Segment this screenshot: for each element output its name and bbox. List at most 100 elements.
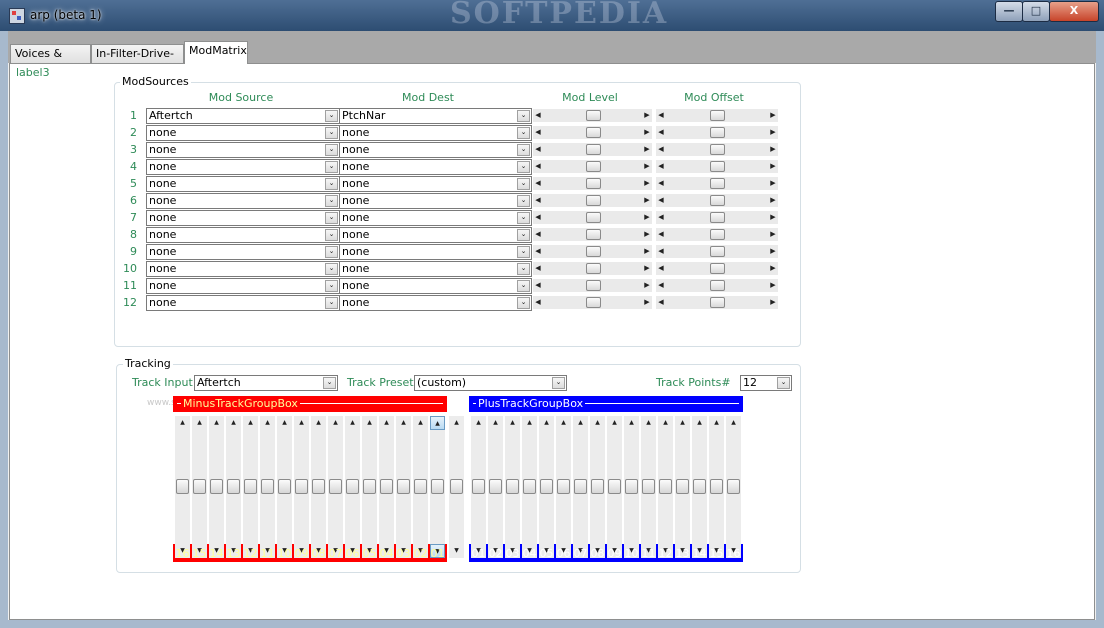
arrow-right-icon[interactable]: ▶: [768, 194, 778, 207]
mod-level-slider[interactable]: ◀ ▶: [533, 160, 652, 173]
arrow-right-icon[interactable]: ▶: [768, 279, 778, 292]
mod-source-select[interactable]: none ⌄: [146, 142, 340, 158]
slider-thumb[interactable]: [574, 479, 587, 494]
track-slider[interactable]: ▲ ▼: [209, 416, 224, 558]
dropdown-arrow-icon[interactable]: ⌄: [517, 212, 530, 224]
arrow-left-icon[interactable]: ◀: [656, 228, 666, 241]
mod-offset-slider[interactable]: ◀ ▶: [656, 211, 778, 224]
arrow-left-icon[interactable]: ◀: [533, 296, 543, 309]
slider-thumb[interactable]: [727, 479, 740, 494]
slider-thumb[interactable]: [625, 479, 638, 494]
arrow-up-icon[interactable]: ▲: [658, 416, 673, 430]
arrow-left-icon[interactable]: ◀: [533, 160, 543, 173]
mod-source-select[interactable]: none ⌄: [146, 261, 340, 277]
track-slider[interactable]: ▲ ▼: [260, 416, 275, 558]
slider-thumb[interactable]: [586, 144, 601, 155]
track-slider[interactable]: ▲ ▼: [709, 416, 724, 558]
arrow-right-icon[interactable]: ▶: [642, 211, 652, 224]
arrow-right-icon[interactable]: ▶: [768, 245, 778, 258]
slider-thumb[interactable]: [312, 479, 325, 494]
track-slider[interactable]: ▲ ▼: [226, 416, 241, 558]
slider-thumb[interactable]: [586, 229, 601, 240]
arrow-right-icon[interactable]: ▶: [642, 279, 652, 292]
track-slider[interactable]: ▲ ▼: [675, 416, 690, 558]
arrow-up-icon[interactable]: ▲: [362, 416, 377, 430]
arrow-right-icon[interactable]: ▶: [642, 228, 652, 241]
mod-source-select[interactable]: none ⌄: [146, 210, 340, 226]
mod-level-slider[interactable]: ◀ ▶: [533, 262, 652, 275]
arrow-up-icon[interactable]: ▲: [175, 416, 190, 430]
arrow-up-icon[interactable]: ▲: [471, 416, 486, 430]
arrow-left-icon[interactable]: ◀: [656, 262, 666, 275]
arrow-right-icon[interactable]: ▶: [768, 126, 778, 139]
dropdown-arrow-icon[interactable]: ⌄: [325, 212, 338, 224]
arrow-up-icon[interactable]: ▲: [379, 416, 394, 430]
mod-level-slider[interactable]: ◀ ▶: [533, 279, 652, 292]
slider-thumb[interactable]: [710, 110, 725, 121]
mod-source-select[interactable]: none ⌄: [146, 193, 340, 209]
arrow-up-icon[interactable]: ▲: [449, 416, 464, 430]
arrow-right-icon[interactable]: ▶: [768, 211, 778, 224]
track-slider[interactable]: ▲ ▼: [175, 416, 190, 558]
track-slider[interactable]: ▲ ▼: [726, 416, 741, 558]
mod-offset-slider[interactable]: ◀ ▶: [656, 194, 778, 207]
dropdown-arrow-icon[interactable]: ⌄: [323, 377, 336, 389]
slider-thumb[interactable]: [659, 479, 672, 494]
slider-thumb[interactable]: [397, 479, 410, 494]
dropdown-arrow-icon[interactable]: ⌄: [517, 144, 530, 156]
dropdown-arrow-icon[interactable]: ⌄: [517, 195, 530, 207]
arrow-down-icon[interactable]: ▼: [449, 544, 464, 558]
arrow-left-icon[interactable]: ◀: [533, 211, 543, 224]
tab-in-filter-drive-out[interactable]: In-Filter-Drive-Out: [91, 44, 184, 78]
slider-thumb[interactable]: [506, 479, 519, 494]
arrow-left-icon[interactable]: ◀: [533, 126, 543, 139]
dropdown-arrow-icon[interactable]: ⌄: [517, 246, 530, 258]
arrow-up-icon[interactable]: ▲: [396, 416, 411, 430]
dropdown-arrow-icon[interactable]: ⌄: [777, 377, 790, 389]
arrow-left-icon[interactable]: ◀: [533, 228, 543, 241]
arrow-left-icon[interactable]: ◀: [656, 194, 666, 207]
arrow-right-icon[interactable]: ▶: [768, 296, 778, 309]
dropdown-arrow-icon[interactable]: ⌄: [517, 280, 530, 292]
slider-thumb[interactable]: [676, 479, 689, 494]
slider-thumb[interactable]: [586, 212, 601, 223]
mod-dest-select[interactable]: none ⌄: [339, 210, 532, 226]
slider-thumb[interactable]: [586, 178, 601, 189]
arrow-right-icon[interactable]: ▶: [642, 296, 652, 309]
slider-thumb[interactable]: [472, 479, 485, 494]
slider-thumb[interactable]: [210, 479, 223, 494]
track-slider[interactable]: ▲ ▼: [641, 416, 656, 558]
dropdown-arrow-icon[interactable]: ⌄: [325, 195, 338, 207]
dropdown-arrow-icon[interactable]: ⌄: [325, 263, 338, 275]
slider-thumb[interactable]: [710, 127, 725, 138]
mod-source-select[interactable]: none ⌄: [146, 159, 340, 175]
arrow-up-icon[interactable]: ▲: [260, 416, 275, 430]
track-slider[interactable]: ▲ ▼: [590, 416, 605, 558]
track-slider[interactable]: ▲ ▼: [522, 416, 537, 558]
mod-source-select[interactable]: none ⌄: [146, 176, 340, 192]
tab-modmatrix[interactable]: ModMatrix: [184, 41, 248, 64]
arrow-left-icon[interactable]: ◀: [533, 245, 543, 258]
arrow-right-icon[interactable]: ▶: [768, 143, 778, 156]
close-button[interactable]: X: [1049, 1, 1099, 22]
arrow-left-icon[interactable]: ◀: [656, 126, 666, 139]
track-preset-select[interactable]: (custom) ⌄: [414, 375, 567, 391]
dropdown-arrow-icon[interactable]: ⌄: [517, 178, 530, 190]
mod-offset-slider[interactable]: ◀ ▶: [656, 160, 778, 173]
arrow-right-icon[interactable]: ▶: [642, 109, 652, 122]
track-slider[interactable]: ▲ ▼: [345, 416, 360, 558]
slider-thumb[interactable]: [710, 195, 725, 206]
track-slider[interactable]: ▲ ▼: [692, 416, 707, 558]
track-slider[interactable]: ▲ ▼: [505, 416, 520, 558]
arrow-up-icon[interactable]: ▲: [641, 416, 656, 430]
arrow-up-icon[interactable]: ▲: [277, 416, 292, 430]
track-slider[interactable]: ▲ ▼: [328, 416, 343, 558]
track-slider[interactable]: ▲ ▼: [471, 416, 486, 558]
mod-level-slider[interactable]: ◀ ▶: [533, 177, 652, 190]
arrow-up-icon[interactable]: ▲: [709, 416, 724, 430]
track-slider[interactable]: ▲ ▼: [658, 416, 673, 558]
track-points-select[interactable]: 12 ⌄: [740, 375, 792, 391]
arrow-up-icon[interactable]: ▲: [539, 416, 554, 430]
dropdown-arrow-icon[interactable]: ⌄: [325, 229, 338, 241]
arrow-up-icon[interactable]: ▲: [488, 416, 503, 430]
